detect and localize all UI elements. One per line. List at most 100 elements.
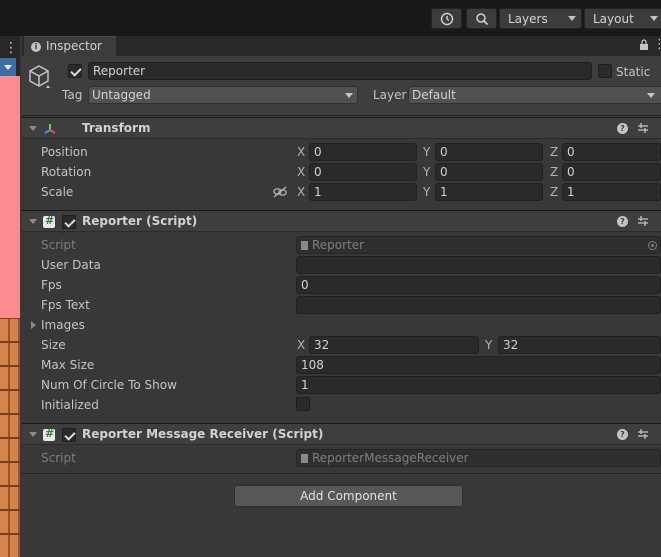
layers-dropdown[interactable]: Layers: [499, 8, 582, 29]
position-x-field[interactable]: 0: [309, 143, 417, 161]
script-label: Script: [41, 451, 76, 465]
scale-y-field[interactable]: 1: [435, 183, 543, 201]
axis-y-label: Y: [423, 165, 431, 179]
initialized-label: Initialized: [41, 398, 99, 412]
layers-label: Layers: [508, 12, 548, 26]
tag-dropdown[interactable]: Untagged: [88, 86, 358, 104]
rotation-y-field[interactable]: 0: [435, 163, 543, 181]
axis-x-label: X: [297, 145, 306, 159]
script-label: Script: [41, 238, 76, 252]
active-checkbox[interactable]: [68, 64, 82, 78]
tag-value: Untagged: [92, 88, 151, 102]
dropdown-toggle[interactable]: [0, 58, 16, 76]
help-icon[interactable]: ?: [617, 429, 628, 440]
images-foldout-icon[interactable]: [31, 321, 36, 329]
axis-x-label: X: [297, 185, 306, 199]
scale-label: Scale: [41, 185, 74, 199]
help-icon[interactable]: ?: [617, 216, 628, 227]
num-circle-label: Num Of Circle To Show: [41, 378, 177, 392]
static-checkbox[interactable]: [598, 64, 612, 78]
max-size-label: Max Size: [41, 358, 95, 372]
axis-x-label: X: [297, 165, 306, 179]
scene-pink-area: [0, 76, 20, 356]
position-y-field[interactable]: 0: [435, 143, 543, 161]
num-circle-field[interactable]: 1: [296, 376, 661, 394]
user-data-field[interactable]: [296, 256, 661, 274]
search-icon: [475, 12, 488, 25]
history-icon: [440, 12, 453, 25]
help-icon[interactable]: ?: [617, 123, 628, 134]
reporter-script-header[interactable]: Reporter (Script) ?: [22, 210, 661, 232]
scene-view-edge: ⋮: [0, 36, 20, 557]
add-component-button[interactable]: Add Component: [234, 485, 463, 507]
axis-y-label: Y: [423, 145, 431, 159]
gameobject-cube-icon[interactable]: [28, 64, 50, 88]
foldout-icon[interactable]: [29, 432, 37, 437]
scene-brick-texture: [0, 318, 20, 557]
initialized-checkbox[interactable]: [296, 397, 310, 411]
chevron-down-icon: [650, 16, 658, 21]
info-icon: i: [31, 42, 41, 52]
axis-x-label: X: [297, 338, 306, 352]
reporter-enabled-checkbox[interactable]: [62, 215, 76, 229]
top-toolbar: Layers Layout: [0, 0, 661, 36]
layout-dropdown[interactable]: Layout: [584, 8, 661, 29]
kebab-menu-icon[interactable]: ⋮: [653, 37, 661, 52]
presets-icon[interactable]: [637, 122, 649, 134]
static-label: Static: [616, 65, 651, 79]
object-picker-icon[interactable]: [648, 241, 657, 250]
images-label[interactable]: Images: [41, 318, 85, 332]
receiver-script-header[interactable]: Reporter Message Receiver (Script) ?: [22, 423, 661, 445]
axis-z-label: Z: [550, 185, 559, 199]
layout-label: Layout: [593, 12, 634, 26]
receiver-enabled-checkbox[interactable]: [62, 428, 76, 442]
link-icon[interactable]: [273, 186, 287, 198]
scale-x-field[interactable]: 1: [309, 183, 417, 201]
transform-axes-icon: [44, 124, 56, 134]
fps-text-field[interactable]: [296, 296, 661, 314]
fps-field[interactable]: 0: [296, 276, 661, 294]
axis-z-label: Z: [550, 145, 559, 159]
position-label: Position: [41, 145, 88, 159]
axis-y-label: Y: [485, 338, 493, 352]
tab-inspector[interactable]: i Inspector: [24, 36, 116, 56]
reporter-script-field[interactable]: Reporter: [296, 236, 661, 254]
chevron-down-icon: [568, 16, 576, 21]
presets-icon[interactable]: [637, 215, 649, 227]
tag-label: Tag: [62, 88, 83, 102]
tab-inspector-label: Inspector: [46, 39, 102, 53]
layer-value: Default: [412, 88, 456, 102]
presets-icon[interactable]: [637, 428, 649, 440]
chevron-down-icon: [345, 93, 353, 98]
search-button[interactable]: [466, 8, 497, 29]
receiver-script-field[interactable]: ReporterMessageReceiver: [296, 449, 661, 467]
max-size-field[interactable]: 108: [296, 356, 661, 374]
component-divider: [22, 473, 661, 474]
axis-y-label: Y: [423, 185, 431, 199]
fps-text-label: Fps Text: [41, 298, 90, 312]
gameobject-header: Reporter Static Tag Untagged Layer Defau…: [22, 56, 661, 116]
script-file-icon: [301, 241, 308, 250]
size-y-field[interactable]: 32: [498, 336, 661, 354]
object-name-field[interactable]: Reporter: [88, 62, 592, 80]
transform-title: Transform: [82, 121, 151, 135]
inspector-panel: i Inspector ⋮ Reporter Static Tag Untagg…: [22, 36, 661, 557]
rotation-x-field[interactable]: 0: [309, 163, 417, 181]
size-x-field[interactable]: 32: [309, 336, 479, 354]
transform-header[interactable]: Transform ?: [22, 117, 661, 139]
receiver-script-title: Reporter Message Receiver (Script): [82, 427, 324, 441]
chevron-down-icon: [647, 93, 655, 98]
kebab-menu-icon[interactable]: ⋮: [4, 40, 18, 56]
rotation-z-field[interactable]: 0: [562, 163, 661, 181]
script-icon: [43, 427, 55, 441]
axis-z-label: Z: [550, 165, 559, 179]
inspector-tabbar: i Inspector ⋮: [22, 36, 661, 56]
script-icon: [43, 214, 55, 228]
layer-dropdown[interactable]: Default: [408, 86, 661, 104]
foldout-icon[interactable]: [29, 219, 37, 224]
foldout-icon[interactable]: [29, 126, 37, 131]
history-button[interactable]: [431, 8, 462, 29]
scale-z-field[interactable]: 1: [562, 183, 661, 201]
position-z-field[interactable]: 0: [562, 143, 661, 161]
lock-icon[interactable]: [639, 39, 649, 51]
